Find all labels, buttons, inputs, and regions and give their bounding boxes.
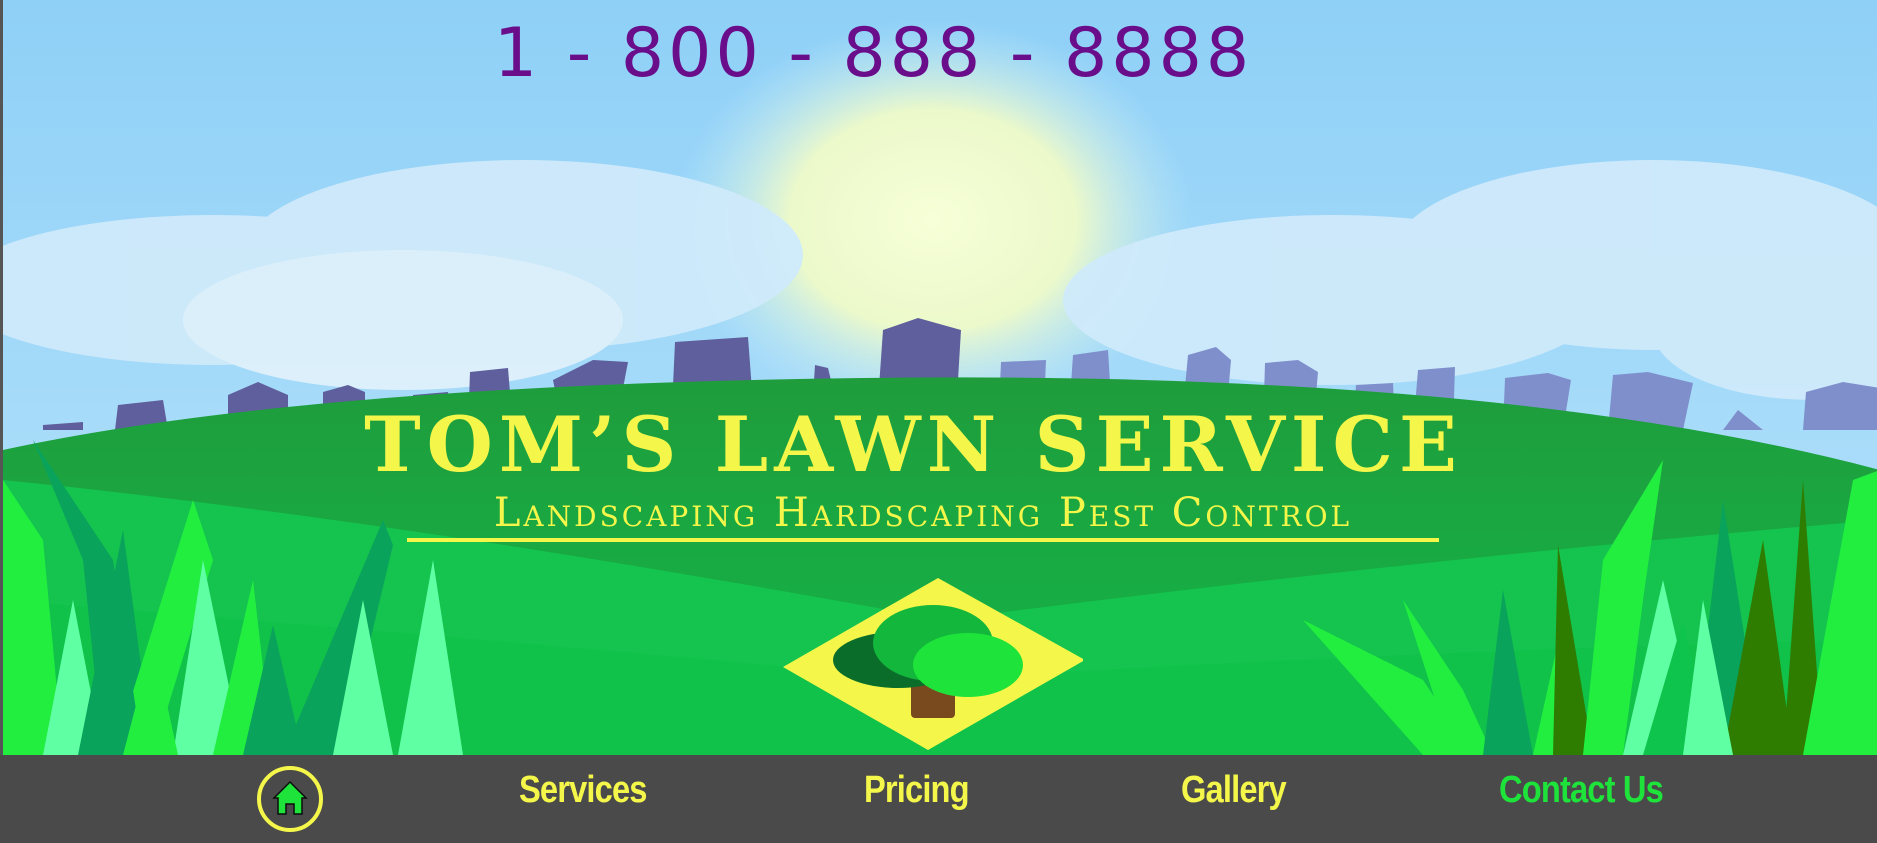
hero-banner: 1 - 800 - 888 - 8888 TOM’S LAWN SERVICE … — [0, 0, 1877, 755]
phone-number[interactable]: 1 - 800 - 888 - 8888 — [3, 14, 1877, 93]
nav-services[interactable]: Services — [519, 769, 647, 812]
home-icon — [272, 780, 308, 815]
services-tagline: Landscaping Hardscaping Pest Control — [407, 490, 1439, 542]
nav-pricing[interactable]: Pricing — [864, 769, 970, 812]
phone-number-text: 1 - 800 - 888 - 8888 — [493, 14, 1254, 93]
home-button[interactable] — [257, 766, 323, 832]
site-title-text: TOM’S LAWN SERVICE — [364, 400, 1463, 489]
tree-icon — [783, 578, 1083, 750]
main-navigation: Services Pricing Gallery Contact Us — [0, 755, 1877, 843]
page: 1 - 800 - 888 - 8888 TOM’S LAWN SERVICE … — [0, 0, 1877, 843]
tree-canopy-light — [913, 633, 1023, 697]
nav-gallery[interactable]: Gallery — [1181, 769, 1287, 812]
nav-contact-us[interactable]: Contact Us — [1499, 769, 1664, 812]
site-title: TOM’S LAWN SERVICE — [3, 400, 1877, 489]
